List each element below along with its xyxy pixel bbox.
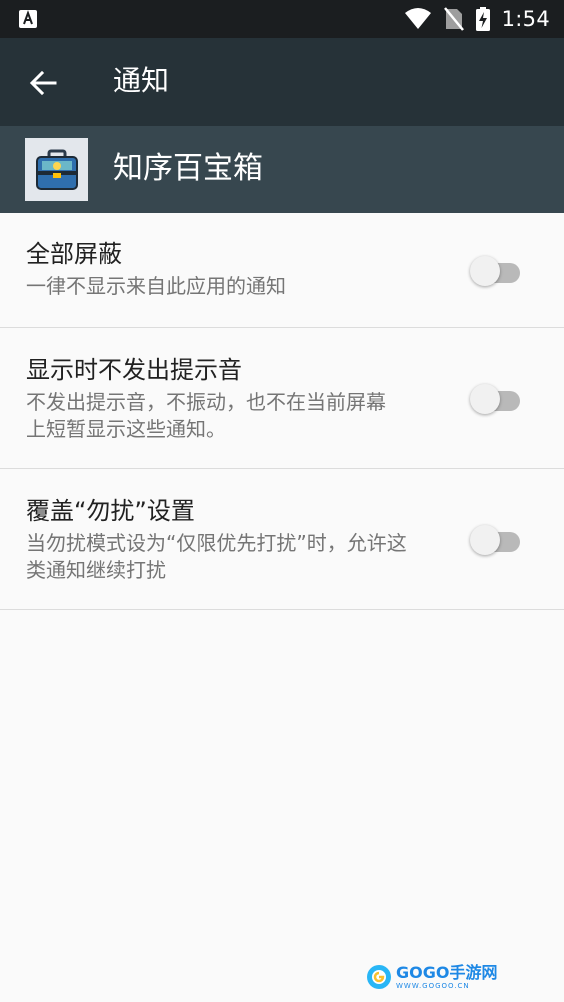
- watermark-text-block: GOGO手游网 WWW.GOGOO.CN: [396, 963, 498, 991]
- silent-switch[interactable]: [470, 381, 522, 415]
- block-all-switch[interactable]: [470, 253, 522, 287]
- setting-text: 显示时不发出提示音 不发出提示音，不振动，也不在当前屏幕 上短暂显示这些通知。: [26, 355, 446, 443]
- app-notification-icon: [18, 9, 38, 29]
- setting-text: 覆盖“勿扰”设置 当勿扰模式设为“仅限优先打扰”时，允许这 类通知继续打扰: [26, 496, 446, 584]
- status-icons: 1:54: [404, 0, 550, 38]
- watermark: GOGO手游网 WWW.GOGOO.CN: [366, 964, 497, 990]
- setting-text: 全部屏蔽 一律不显示来自此应用的通知: [26, 239, 446, 300]
- toolbox-icon: [25, 138, 88, 201]
- setting-title: 覆盖“勿扰”设置: [26, 497, 195, 525]
- setting-summary-line: 不发出提示音，不振动，也不在当前屏幕: [26, 390, 386, 414]
- settings-list: 全部屏蔽 一律不显示来自此应用的通知 显示时不发出提示音 不发出提示音，不振动，…: [0, 213, 564, 610]
- page-title: 通知: [113, 64, 170, 97]
- battery-charging-icon: [475, 7, 490, 31]
- setting-override-dnd[interactable]: 覆盖“勿扰”设置 当勿扰模式设为“仅限优先打扰”时，允许这 类通知继续打扰: [0, 469, 564, 610]
- app-header: 知序百宝箱: [0, 126, 564, 213]
- watermark-text: GOGO手游网: [396, 963, 498, 982]
- setting-summary-line: 上短暂显示这些通知。: [26, 417, 226, 441]
- status-bar: 1:54: [0, 0, 564, 38]
- setting-block-all[interactable]: 全部屏蔽 一律不显示来自此应用的通知: [0, 213, 564, 328]
- setting-title: 全部屏蔽: [26, 240, 122, 268]
- wifi-icon: [404, 8, 432, 30]
- setting-summary-line: 当勿扰模式设为“仅限优先打扰”时，允许这: [26, 531, 407, 555]
- setting-summary: 当勿扰模式设为“仅限优先打扰”时，允许这 类通知继续打扰: [26, 530, 446, 584]
- setting-summary-line: 类通知继续打扰: [26, 558, 166, 582]
- setting-summary: 不发出提示音，不振动，也不在当前屏幕 上短暂显示这些通知。: [26, 389, 446, 443]
- arrow-back-icon: [29, 69, 57, 97]
- switch-thumb: [470, 256, 500, 286]
- setting-title: 显示时不发出提示音: [26, 356, 242, 384]
- no-sim-icon: [443, 7, 464, 31]
- watermark-url: WWW.GOGOO.CN: [396, 982, 470, 990]
- app-name: 知序百宝箱: [113, 151, 263, 186]
- toolbar: 通知: [0, 38, 564, 126]
- switch-thumb: [470, 525, 500, 555]
- back-button[interactable]: [20, 60, 66, 106]
- setting-summary: 一律不显示来自此应用的通知: [26, 274, 286, 298]
- switch-thumb: [470, 384, 500, 414]
- override-dnd-switch[interactable]: [470, 522, 522, 556]
- setting-silent[interactable]: 显示时不发出提示音 不发出提示音，不振动，也不在当前屏幕 上短暂显示这些通知。: [0, 328, 564, 469]
- status-time: 1:54: [501, 7, 550, 31]
- gogo-logo-icon: [366, 964, 392, 990]
